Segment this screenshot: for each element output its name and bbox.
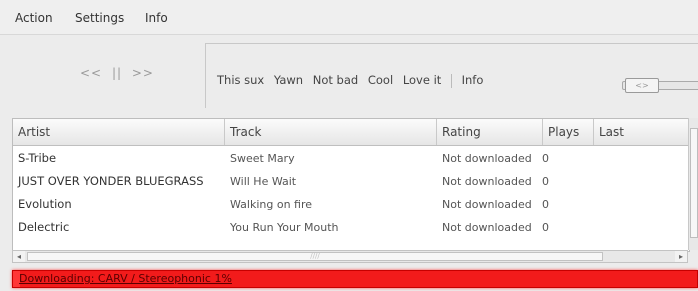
column-header-last[interactable]: Last xyxy=(594,119,689,145)
horizontal-scrollbar-thumb[interactable]: //// xyxy=(27,252,603,261)
cell-plays: 0 xyxy=(542,152,549,165)
cell-last xyxy=(594,170,689,193)
cell-rating: Not downloaded xyxy=(442,175,532,188)
cell-artist: JUST OVER YONDER BLUEGRASS xyxy=(18,174,204,188)
rate-love-it-button[interactable]: Love it xyxy=(403,73,441,87)
vertical-scrollbar-thumb[interactable] xyxy=(690,128,698,238)
menu-settings[interactable]: Settings xyxy=(75,11,124,25)
menu-info[interactable]: Info xyxy=(145,11,168,25)
rate-cool-button[interactable]: Cool xyxy=(368,73,393,87)
cell-plays: 0 xyxy=(542,175,549,188)
cell-plays: 0 xyxy=(542,198,549,211)
menu-bar: Action Settings Info xyxy=(0,0,698,35)
table-row[interactable]: Delectric You Run Your Mouth Not downloa… xyxy=(13,216,689,239)
cell-track: Walking on fire xyxy=(230,198,313,211)
cell-track: You Run Your Mouth xyxy=(230,221,339,234)
table-row[interactable]: JUST OVER YONDER BLUEGRASS Will He Wait … xyxy=(13,170,689,193)
track-info-button[interactable]: Info xyxy=(462,73,484,87)
track-table: Artist Track Rating Plays Last S-Tribe S… xyxy=(12,118,690,252)
cell-artist: Evolution xyxy=(18,197,72,211)
rating-divider xyxy=(450,73,452,88)
transport-controls: << || >> xyxy=(80,66,159,80)
status-text: Downloading: CARV / Stereophonic 1% xyxy=(19,272,232,285)
previous-button[interactable]: << xyxy=(80,66,102,80)
column-header-plays[interactable]: Plays xyxy=(543,119,594,145)
cell-rating: Not downloaded xyxy=(442,221,532,234)
scroll-right-icon[interactable]: ▸ xyxy=(675,251,687,262)
download-progress-bar: Downloading: CARV / Stereophonic 1% xyxy=(12,270,698,288)
column-header-track[interactable]: Track xyxy=(225,119,437,145)
rating-buttons: This sux Yawn Not bad Cool Love it Info xyxy=(217,73,489,88)
cell-track: Sweet Mary xyxy=(230,152,295,165)
table-header: Artist Track Rating Plays Last xyxy=(13,119,689,146)
next-button[interactable]: >> xyxy=(132,66,154,80)
scroll-left-icon[interactable]: ◂ xyxy=(13,251,25,262)
cell-last xyxy=(594,216,689,239)
cell-artist: S-Tribe xyxy=(18,151,57,165)
pause-button[interactable]: || xyxy=(112,66,122,80)
cell-plays: 0 xyxy=(542,221,549,234)
table-row[interactable]: S-Tribe Sweet Mary Not downloaded 0 xyxy=(13,147,689,170)
column-header-artist[interactable]: Artist xyxy=(13,119,225,145)
rate-not-bad-button[interactable]: Not bad xyxy=(313,73,358,87)
cell-last xyxy=(594,147,689,170)
table-row[interactable]: Evolution Walking on fire Not downloaded… xyxy=(13,193,689,216)
rate-this-sux-button[interactable]: This sux xyxy=(217,73,264,87)
volume-slider-thumb[interactable]: <> xyxy=(625,78,659,93)
column-header-rating[interactable]: Rating xyxy=(437,119,543,145)
menu-action[interactable]: Action xyxy=(15,11,53,25)
cell-rating: Not downloaded xyxy=(442,152,532,165)
cell-last xyxy=(594,193,689,216)
vertical-scrollbar[interactable] xyxy=(688,118,698,250)
cell-rating: Not downloaded xyxy=(442,198,532,211)
horizontal-scrollbar[interactable]: ◂ //// ▸ xyxy=(12,250,688,263)
cell-artist: Delectric xyxy=(18,220,70,234)
rate-yawn-button[interactable]: Yawn xyxy=(274,73,303,87)
cell-track: Will He Wait xyxy=(230,175,297,188)
